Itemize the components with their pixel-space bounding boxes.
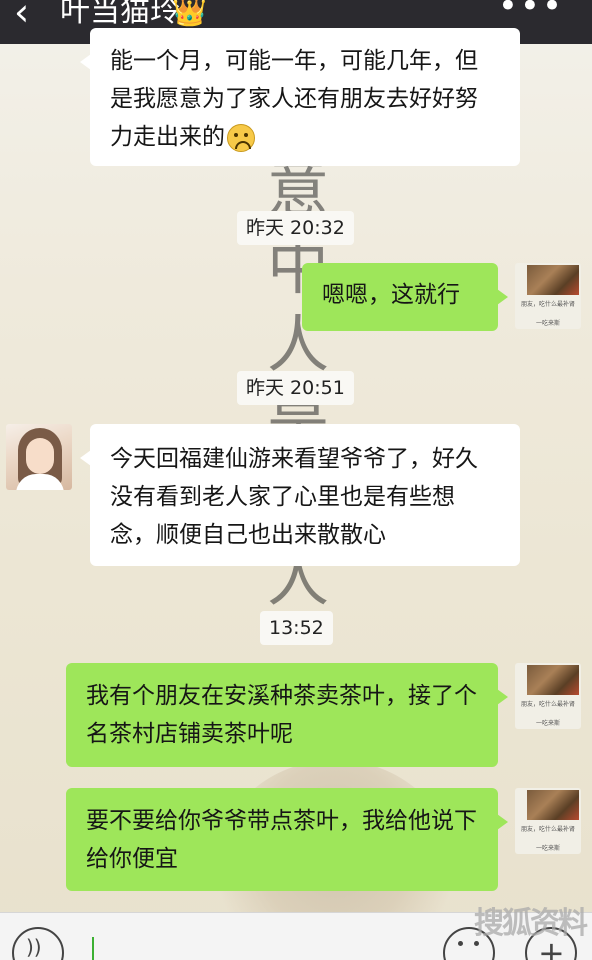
message-bubble-incoming[interactable]: 能一个月，可能一年，可能几年，但是我愿意为了家人还有朋友去好好努力走出来的 <box>80 28 520 166</box>
message-bubble-incoming[interactable]: 今天回福建仙游来看望爷爷了，好久没有看到老人家了心里也是有些想念，顺便自己也出来… <box>80 424 520 566</box>
avatar-caption: 一吃来斯 <box>535 320 560 327</box>
avatar-caption: 一吃来斯 <box>535 720 560 727</box>
message-text: 能一个月，可能一年，可能几年，但是我愿意为了家人还有朋友去好好努力走出来的 <box>110 48 478 150</box>
avatar-image <box>527 665 579 695</box>
crown-icon: 👑 <box>172 0 207 28</box>
message-bubble-outgoing[interactable]: 嗯嗯，这就行 <box>302 263 508 331</box>
avatar-self[interactable]: 朋友，吃什么最补肾 一吃来斯 <box>515 788 581 854</box>
message-text: 嗯嗯，这就行 <box>322 282 460 308</box>
avatar-face <box>26 438 54 474</box>
timestamp: 13:52 <box>260 611 333 645</box>
voice-icon: )) <box>26 935 42 959</box>
message-bubble-outgoing[interactable]: 我有个朋友在安溪种茶卖茶叶，接了个名茶村店铺卖茶叶呢 <box>66 663 508 767</box>
message-text: 我有个朋友在安溪种茶卖茶叶，接了个名茶村店铺卖茶叶呢 <box>86 683 477 747</box>
avatar-caption: 一吃来斯 <box>535 845 560 852</box>
sad-face-emoji-icon <box>227 123 255 152</box>
text-cursor <box>92 937 94 960</box>
avatar-image <box>527 790 579 820</box>
chevron-left-icon[interactable]: ‹ <box>14 0 29 32</box>
message-text: 今天回福建仙游来看望爷爷了，好久没有看到老人家了心里也是有些想念，顺便自己也出来… <box>110 446 478 548</box>
more-icon[interactable]: ••• <box>498 0 564 26</box>
timestamp: 昨天 20:32 <box>237 211 354 245</box>
avatar-caption: 朋友，吃什么最补肾 <box>520 826 575 833</box>
avatar-contact[interactable] <box>6 424 72 490</box>
chat-screen: 意 中 人 是 谁 人 ‹ 叶当猫玲 👑 ••• 能一个月，可能一年，可能几年，… <box>0 0 592 960</box>
message-text: 要不要给你爷爷带点茶叶，我给他说下给你便宜 <box>86 808 477 872</box>
message-input[interactable] <box>92 933 422 960</box>
watermark: 搜狐资料 <box>474 906 588 941</box>
avatar-caption: 朋友，吃什么最补肾 <box>520 701 575 708</box>
message-bubble-outgoing[interactable]: 要不要给你爷爷带点茶叶，我给他说下给你便宜 <box>66 788 508 891</box>
timestamp: 昨天 20:51 <box>237 371 354 405</box>
avatar-image <box>527 265 579 295</box>
voice-input-button[interactable]: )) <box>12 927 64 960</box>
avatar-self[interactable]: 朋友，吃什么最补肾 一吃来斯 <box>515 663 581 729</box>
avatar-caption: 朋友，吃什么最补肾 <box>520 301 575 308</box>
avatar-self[interactable]: 朋友，吃什么最补肾 一吃来斯 <box>515 263 581 329</box>
